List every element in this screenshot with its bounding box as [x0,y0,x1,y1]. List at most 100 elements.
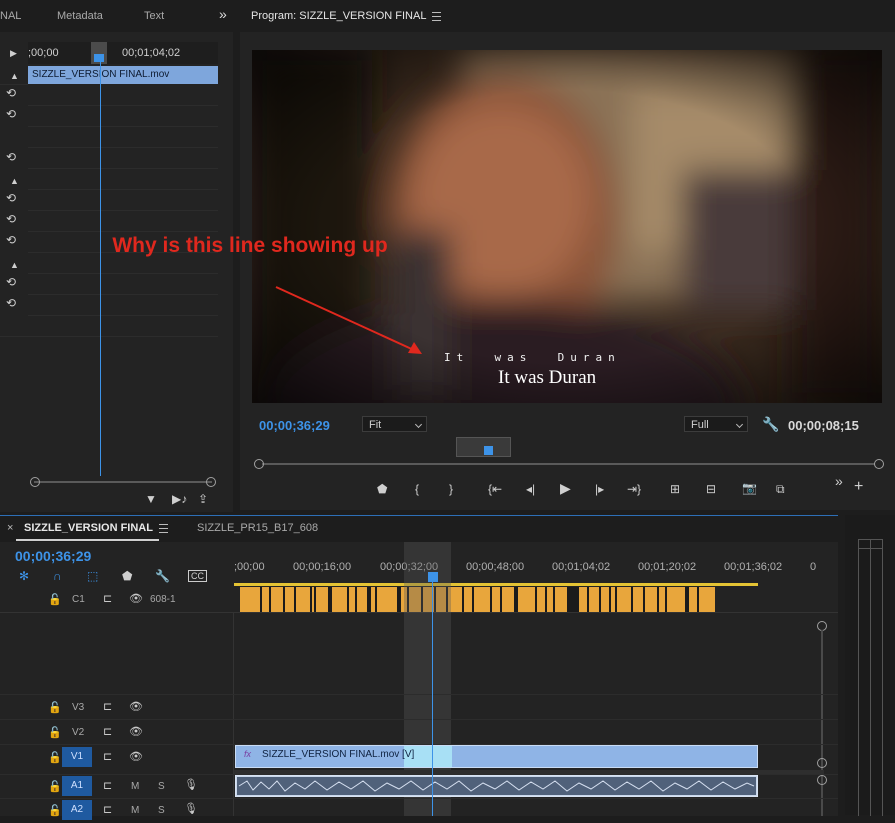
step-forward-icon[interactable]: |▸ [595,482,604,496]
timeline-playhead-handle[interactable] [428,572,438,582]
reset-icon[interactable]: ⟲ [6,233,16,247]
sync-icon[interactable]: ⊏ [103,592,112,605]
eye-icon[interactable]: 👁 [129,725,143,738]
collapse-triangle-icon[interactable]: ▲ [10,69,19,83]
timeline-tabbar: × SIZZLE_VERSION FINAL SIZZLE_PR15_B17_6… [0,516,838,542]
tab-text[interactable]: Text [144,10,164,22]
track-target-a2[interactable]: A2 [62,800,92,820]
add-button-icon[interactable]: + [854,479,863,495]
lock-icon[interactable]: 🔓 [48,804,62,817]
panel-menu-icon[interactable] [158,523,168,533]
wrench-icon[interactable]: 🔧 [762,417,779,431]
tab-metadata[interactable]: Metadata [57,10,103,22]
mute-button[interactable]: M [131,805,139,816]
go-to-out-icon[interactable]: ⇥} [627,482,641,496]
solo-button[interactable]: S [158,781,165,792]
video-clip[interactable]: fx SIZZLE_VERSION FINAL.mov [V] [235,745,758,768]
caption-track-label: C1 [72,594,85,605]
lock-icon[interactable]: 🔓 [48,701,62,714]
export-icon[interactable]: ⇪ [198,492,208,506]
track-target-v1[interactable]: V1 [62,747,92,767]
program-scrub-track[interactable] [262,463,875,465]
track-label: V3 [72,702,85,713]
reset-icon[interactable]: ⟲ [6,191,16,205]
scrub-start-handle[interactable] [254,459,264,469]
playhead-handle[interactable] [94,54,104,62]
quality-dropdown[interactable]: Full [684,416,748,432]
track-a2: 🔓 A2 ⊏ M S 🎙 [0,798,838,823]
play-icon[interactable]: ▶ [560,481,571,495]
play-audio-icon[interactable]: ▶♪ [172,492,187,506]
close-tab-icon[interactable]: × [7,522,13,534]
eye-icon[interactable]: 👁 [129,592,143,605]
sync-icon[interactable]: ⊏ [103,779,112,792]
track-scroll-handle-bottom[interactable] [817,775,827,785]
program-playhead[interactable] [484,446,493,455]
microphone-icon[interactable]: 🎙 [184,802,198,815]
collapse-triangle-icon[interactable]: ▲ [10,174,19,188]
source-clip[interactable]: SIZZLE_VERSION FINAL.mov [28,66,218,84]
solo-button[interactable]: S [158,805,165,816]
source-ruler[interactable]: ;00;00 00;01;04;02 [28,42,218,64]
panel-overflow-icon[interactable]: » [219,6,227,22]
annotation-arrow [275,286,422,354]
reset-icon[interactable]: ⟲ [6,107,16,121]
eye-icon[interactable]: 👁 [129,750,143,763]
audio-clip[interactable] [235,775,758,797]
reset-icon[interactable]: ⟲ [6,150,16,164]
mute-button[interactable]: M [131,781,139,792]
fx-badge: fx [244,749,252,759]
scroll-handle-left[interactable] [30,477,40,487]
filter-icon[interactable]: ▼ [145,492,157,506]
source-scrollbar[interactable] [34,481,212,483]
lift-icon[interactable]: ⊞ [670,482,680,496]
overflow-icon[interactable]: » [835,474,843,488]
collapse-triangle-icon[interactable]: ▲ [10,258,19,272]
sync-icon[interactable]: ⊏ [103,803,112,816]
wrench-icon[interactable]: 🔧 [155,569,170,583]
sync-icon[interactable]: ⊏ [103,725,112,738]
track-label: V2 [72,727,85,738]
export-frame-icon[interactable]: 📷 [742,481,757,495]
reset-icon[interactable]: ⟲ [6,275,16,289]
mark-in-icon[interactable]: { [415,482,419,496]
nest-icon[interactable]: ✻ [19,569,29,583]
lock-icon[interactable]: 🔓 [48,780,62,793]
microphone-icon[interactable]: 🎙 [184,778,198,791]
tab-sizzle-final[interactable]: SIZZLE_VERSION FINAL [24,522,168,534]
work-area-bar[interactable] [234,583,758,586]
scroll-handle-right[interactable] [206,477,216,487]
add-marker-icon[interactable]: ⬟ [377,482,387,496]
sync-icon[interactable]: ⊏ [103,700,112,713]
tab-nal[interactable]: NAL [0,10,21,22]
reset-icon[interactable]: ⟲ [6,296,16,310]
lock-icon[interactable]: 🔓 [48,593,62,606]
scrub-end-handle[interactable] [874,459,884,469]
zoom-dropdown[interactable]: Fit [362,416,427,432]
add-marker-icon[interactable]: ⬟ [122,569,132,583]
lock-icon[interactable]: 🔓 [48,751,62,764]
track-scroll-handle-mid[interactable] [817,758,827,768]
snap-magnet-icon[interactable]: ∩ [53,569,62,583]
timeline-panel: × SIZZLE_VERSION FINAL SIZZLE_PR15_B17_6… [0,515,838,820]
expand-triangle-icon[interactable]: ▶ [10,46,17,60]
zoom-value: Fit [369,419,382,431]
lock-icon[interactable]: 🔓 [48,726,62,739]
program-timecode[interactable]: 00;00;36;29 [259,418,330,433]
go-to-in-icon[interactable]: {⇤ [488,482,502,496]
tab-sizzle-pr15[interactable]: SIZZLE_PR15_B17_608 [197,522,318,534]
step-back-icon[interactable]: ◂| [526,482,535,496]
ruler-tick-label: 0 [810,561,817,573]
sync-icon[interactable]: ⊏ [103,750,112,763]
captions-icon[interactable]: CC [188,570,207,582]
track-target-a1[interactable]: A1 [62,776,92,796]
extract-icon[interactable]: ⊟ [706,482,716,496]
eye-icon[interactable]: 👁 [129,700,143,713]
caption-clips[interactable] [234,587,764,613]
mark-out-icon[interactable]: } [449,482,453,496]
reset-icon[interactable]: ⟲ [6,212,16,226]
linked-selection-icon[interactable]: ⬚ [87,569,98,583]
reset-icon[interactable]: ⟲ [6,86,16,100]
timeline-timecode[interactable]: 00;00;36;29 [15,548,91,564]
compare-view-icon[interactable]: ⧉ [776,482,785,496]
